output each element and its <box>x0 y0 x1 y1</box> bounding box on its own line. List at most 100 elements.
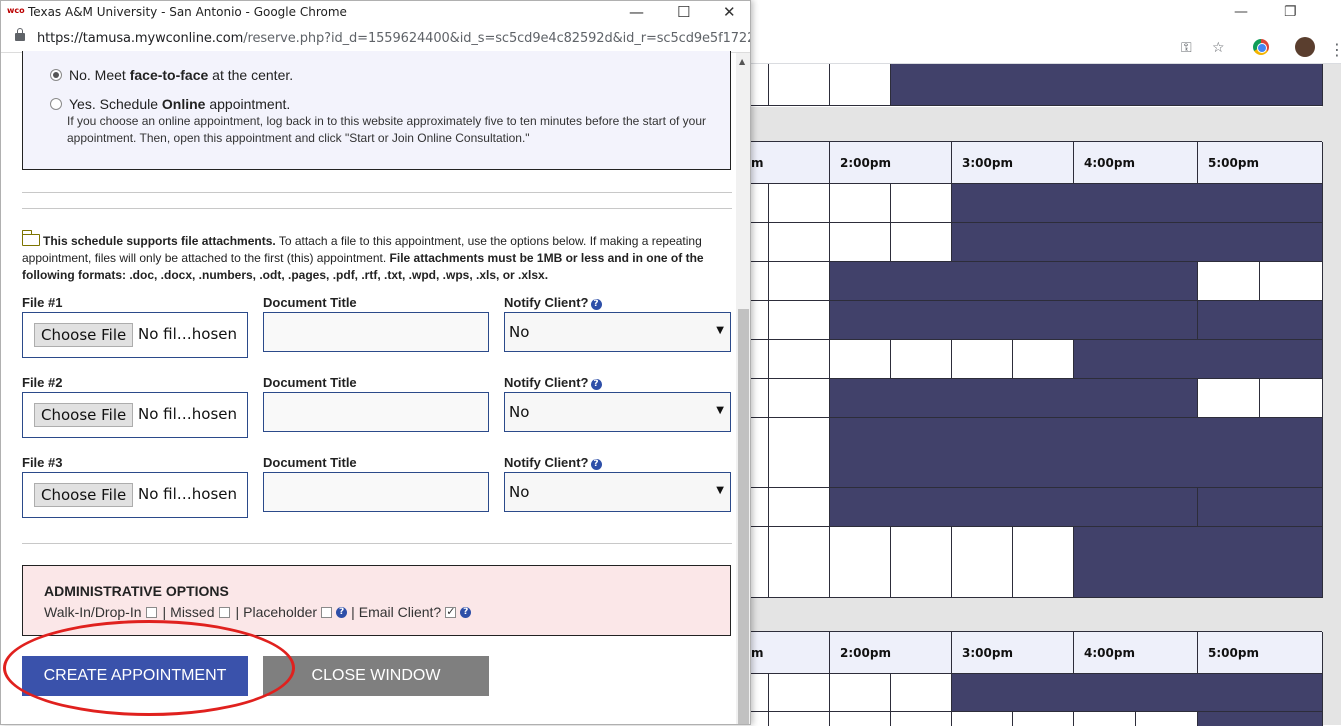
schedule-cell[interactable] <box>751 184 769 223</box>
schedule-cell[interactable] <box>769 340 830 379</box>
document-title-input[interactable] <box>263 392 489 432</box>
schedule-cell[interactable] <box>751 379 769 418</box>
help-icon[interactable]: ? <box>590 379 602 390</box>
booked-slot[interactable] <box>830 379 1198 418</box>
schedule-cell[interactable] <box>830 340 891 379</box>
scrollbar-thumb[interactable] <box>738 309 749 724</box>
create-appointment-button[interactable]: CREATE APPOINTMENT <box>22 656 248 696</box>
help-icon[interactable]: ? <box>336 606 348 618</box>
schedule-cell[interactable] <box>830 184 891 223</box>
schedule-cell[interactable] <box>769 184 830 223</box>
schedule-cell[interactable] <box>830 527 891 598</box>
schedule-cell[interactable] <box>769 418 830 488</box>
avatar[interactable] <box>1295 37 1315 57</box>
walk-in-checkbox[interactable] <box>145 606 157 618</box>
booked-slot[interactable] <box>830 262 1198 301</box>
schedule-cell[interactable] <box>769 712 830 726</box>
help-icon[interactable]: ? <box>460 606 472 618</box>
schedule-cell[interactable] <box>1198 379 1260 418</box>
schedule-cell[interactable] <box>952 527 1013 598</box>
notify-client-select[interactable]: No ▼ <box>504 312 731 352</box>
schedule-cell[interactable] <box>751 712 769 726</box>
star-icon[interactable]: ☆ <box>1212 40 1225 56</box>
schedule-cell[interactable] <box>751 223 769 262</box>
schedule-cell[interactable] <box>769 379 830 418</box>
schedule-cell[interactable] <box>751 488 769 527</box>
maximize-icon[interactable]: ☐ <box>677 3 690 21</box>
schedule-cell[interactable] <box>1136 712 1198 726</box>
booked-slot[interactable] <box>1198 712 1323 726</box>
schedule-cell[interactable] <box>891 527 952 598</box>
schedule-cell[interactable] <box>952 340 1013 379</box>
vertical-scrollbar[interactable]: ▲ <box>736 53 750 724</box>
schedule-cell[interactable] <box>769 527 830 598</box>
schedule-cell[interactable] <box>891 184 952 223</box>
minimize-icon[interactable]: — <box>629 3 644 21</box>
schedule-cell[interactable] <box>1013 340 1074 379</box>
schedule-cell[interactable] <box>830 64 891 106</box>
schedule-cell[interactable] <box>1013 712 1074 726</box>
booked-slot[interactable] <box>1074 527 1323 598</box>
booked-slot[interactable] <box>891 64 1323 106</box>
schedule-cell[interactable] <box>1198 262 1260 301</box>
booked-slot[interactable] <box>830 418 1323 488</box>
schedule-cell[interactable] <box>830 223 891 262</box>
close-icon[interactable]: ✕ <box>723 3 736 21</box>
minimize-icon[interactable]: — <box>1234 4 1248 20</box>
schedule-cell[interactable] <box>1013 527 1074 598</box>
restore-icon[interactable]: ❐ <box>1284 4 1297 20</box>
notify-client-select[interactable]: No ▼ <box>504 392 731 432</box>
booked-slot[interactable] <box>1198 301 1323 340</box>
schedule-cell[interactable] <box>1074 712 1136 726</box>
schedule-cell[interactable] <box>891 712 952 726</box>
face-to-face-radio[interactable] <box>50 69 62 81</box>
schedule-cell[interactable] <box>891 340 952 379</box>
schedule-cell[interactable] <box>751 418 769 488</box>
schedule-cell[interactable] <box>1260 379 1323 418</box>
schedule-cell[interactable] <box>769 301 830 340</box>
schedule-cell[interactable] <box>830 674 891 712</box>
schedule-cell[interactable] <box>769 64 830 106</box>
booked-slot[interactable] <box>1198 488 1323 527</box>
schedule-cell[interactable] <box>1260 262 1323 301</box>
booked-slot[interactable] <box>952 184 1323 223</box>
schedule-cell[interactable] <box>830 712 891 726</box>
url-text[interactable]: https://tamusa.mywconline.com/reserve.ph… <box>37 31 750 46</box>
help-icon[interactable]: ? <box>590 299 602 310</box>
schedule-cell[interactable] <box>891 223 952 262</box>
schedule-cell[interactable] <box>769 674 830 712</box>
booked-slot[interactable] <box>952 223 1323 262</box>
schedule-cell[interactable] <box>751 262 769 301</box>
schedule-cell[interactable] <box>751 340 769 379</box>
choose-file-button[interactable]: Choose File <box>34 483 134 507</box>
chrome-icon[interactable] <box>1253 39 1269 55</box>
kebab-menu-icon[interactable]: ⋮ <box>1329 40 1341 59</box>
choose-file-button[interactable]: Choose File <box>34 323 134 347</box>
schedule-cell[interactable] <box>769 223 830 262</box>
booked-slot[interactable] <box>830 301 1198 340</box>
booked-slot[interactable] <box>952 674 1323 712</box>
schedule-cell[interactable] <box>751 301 769 340</box>
document-title-input[interactable] <box>263 472 489 512</box>
schedule-cell[interactable] <box>891 674 952 712</box>
schedule-cell[interactable] <box>769 488 830 527</box>
scroll-up-arrow-icon[interactable]: ▲ <box>739 57 745 66</box>
schedule-cell[interactable] <box>751 674 769 712</box>
close-window-button[interactable]: CLOSE WINDOW <box>263 656 489 696</box>
help-icon[interactable]: ? <box>590 459 602 470</box>
notify-client-select[interactable]: No ▼ <box>504 472 731 512</box>
choose-file-button[interactable]: Choose File <box>34 403 134 427</box>
online-radio[interactable] <box>50 98 62 110</box>
schedule-cell[interactable] <box>751 64 769 106</box>
key-icon[interactable]: ⚿ <box>1181 40 1192 56</box>
booked-slot[interactable] <box>830 488 1198 527</box>
schedule-cell[interactable] <box>769 262 830 301</box>
placeholder-checkbox[interactable] <box>321 606 333 618</box>
schedule-cell[interactable] <box>952 712 1013 726</box>
booked-slot[interactable] <box>1074 340 1323 379</box>
document-title-input[interactable] <box>263 312 489 352</box>
schedule-cell[interactable] <box>751 527 769 598</box>
address-bar[interactable]: https://tamusa.mywconline.com/reserve.ph… <box>1 25 750 53</box>
email-client-checkbox[interactable] <box>445 605 457 618</box>
missed-checkbox[interactable] <box>218 606 230 618</box>
